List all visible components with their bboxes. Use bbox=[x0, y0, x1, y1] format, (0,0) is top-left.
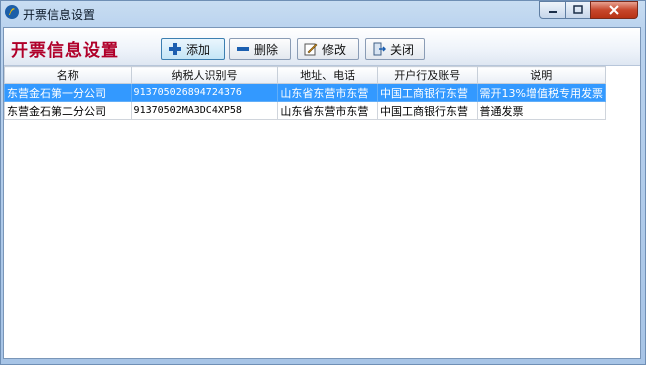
cell-remarks[interactable]: 需开13%增值税专用发票 bbox=[476, 83, 607, 102]
client-area: 开票信息设置 添加 删除 修改 关闭 名称 纳税人识别号 地址、电话 开户行及账… bbox=[3, 27, 641, 359]
column-header-remarks[interactable]: 说明 bbox=[476, 66, 607, 84]
app-window: 开票信息设置 开票信息设置 添加 删除 修改 关闭 名称 纳税人识别号 地址、电… bbox=[0, 0, 646, 365]
maximize-button[interactable] bbox=[565, 1, 591, 19]
minimize-icon bbox=[548, 11, 557, 13]
cell-tax-id[interactable]: 91370502MA3DC4XP58 bbox=[130, 101, 279, 120]
title-bar[interactable]: 开票信息设置 bbox=[1, 1, 645, 25]
close-window-button[interactable] bbox=[590, 1, 638, 19]
column-header-address-phone[interactable]: 地址、电话 bbox=[277, 66, 378, 84]
table-row[interactable]: 东营金石第二分公司 91370502MA3DC4XP58 山东省东营市东营 中国… bbox=[4, 101, 607, 120]
column-header-bank-account[interactable]: 开户行及账号 bbox=[376, 66, 478, 84]
cell-bank-account[interactable]: 中国工商银行东营 bbox=[376, 101, 478, 120]
plus-icon bbox=[168, 42, 182, 56]
cell-tax-id[interactable]: 913705026894724376 bbox=[130, 83, 279, 102]
add-button[interactable]: 添加 bbox=[161, 38, 225, 60]
delete-button-label: 删除 bbox=[254, 42, 279, 57]
cell-bank-account[interactable]: 中国工商银行东营 bbox=[376, 83, 478, 102]
toolbar: 开票信息设置 添加 删除 修改 关闭 bbox=[4, 28, 640, 66]
edit-icon bbox=[304, 42, 318, 56]
table-row[interactable]: 东营金石第一分公司 913705026894724376 山东省东营市东营 中国… bbox=[4, 83, 607, 102]
app-logo-icon bbox=[5, 5, 19, 19]
page-title: 开票信息设置 bbox=[11, 41, 119, 61]
maximize-icon bbox=[573, 5, 583, 14]
column-header-name[interactable]: 名称 bbox=[4, 66, 132, 84]
cell-address-phone[interactable]: 山东省东营市东营 bbox=[277, 101, 378, 120]
table-header-row: 名称 纳税人识别号 地址、电话 开户行及账号 说明 bbox=[4, 66, 607, 84]
close-icon bbox=[609, 5, 619, 15]
column-header-tax-id[interactable]: 纳税人识别号 bbox=[130, 66, 279, 84]
window-title: 开票信息设置 bbox=[23, 8, 96, 22]
close-dialog-button[interactable]: 关闭 bbox=[365, 38, 425, 60]
delete-button[interactable]: 删除 bbox=[229, 38, 291, 60]
exit-icon bbox=[372, 42, 387, 56]
add-button-label: 添加 bbox=[186, 42, 211, 57]
edit-button[interactable]: 修改 bbox=[297, 38, 359, 60]
cell-address-phone[interactable]: 山东省东营市东营 bbox=[277, 83, 378, 102]
cell-remarks[interactable]: 普通发票 bbox=[476, 101, 607, 120]
cell-name[interactable]: 东营金石第二分公司 bbox=[4, 101, 132, 120]
minus-icon bbox=[236, 42, 250, 56]
invoice-info-grid[interactable]: 名称 纳税人识别号 地址、电话 开户行及账号 说明 东营金石第一分公司 9137… bbox=[4, 66, 607, 120]
close-dialog-button-label: 关闭 bbox=[390, 42, 415, 57]
edit-button-label: 修改 bbox=[322, 42, 347, 57]
cell-name[interactable]: 东营金石第一分公司 bbox=[4, 83, 132, 102]
minimize-button[interactable] bbox=[539, 1, 566, 19]
